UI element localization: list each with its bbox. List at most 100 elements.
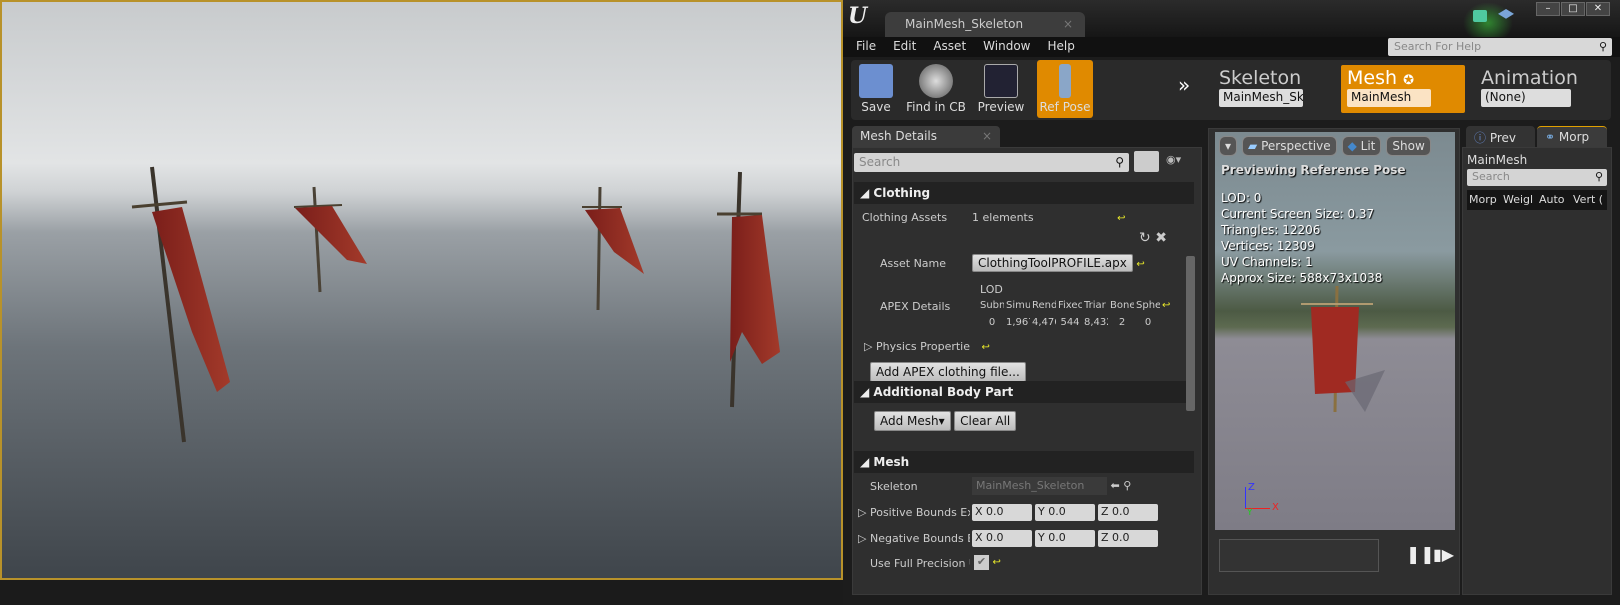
menu-edit[interactable]: Edit (893, 37, 925, 57)
reset-arrow-icon[interactable]: ↩ (993, 557, 1001, 568)
clear-all-button[interactable]: Clear All (954, 411, 1017, 431)
close-window-icon[interactable]: ✕ (1586, 2, 1610, 16)
neg-bounds-y-field[interactable]: Y 0.0 (1035, 530, 1095, 547)
neg-bounds-x-field[interactable]: X 0.0 (972, 530, 1032, 547)
ref-pose-button[interactable]: Ref Pose (1037, 60, 1093, 118)
axis-y-label: Y (1247, 508, 1253, 518)
morph-panel: MainMesh Search ⚲ Morp Weigl Auto Vert ( (1462, 147, 1612, 595)
positive-bounds-label: Positive Bounds Ex (869, 506, 970, 519)
lod-label: LOD (980, 283, 1003, 296)
show-button[interactable]: Show (1386, 136, 1431, 156)
mesh-header[interactable]: ◢ Mesh (854, 451, 1194, 473)
maximize-icon[interactable]: □ (1561, 2, 1585, 16)
clothing-header[interactable]: ◢ Clothing (854, 182, 1194, 204)
search-icon: ⚲ (1598, 40, 1607, 53)
expand-arrow-icon[interactable]: ▷ (864, 340, 872, 353)
eye-visibility-icon[interactable]: ◉▾ (1166, 153, 1181, 166)
browse-search-icon[interactable]: ⚲ (1123, 479, 1131, 492)
menu-window[interactable]: Window (983, 37, 1039, 57)
stat-uv-channels: UV Channels: 1 (1221, 255, 1313, 269)
add-mesh-button[interactable]: Add Mesh▾ (874, 411, 951, 431)
info-icon: ⓘ (1474, 131, 1487, 145)
body-part-header[interactable]: ◢ Additional Body Part (854, 381, 1194, 403)
chat-icon[interactable] (1473, 10, 1487, 22)
show-label: Show (1392, 139, 1425, 153)
neg-bounds-z-field[interactable]: Z 0.0 (1098, 530, 1158, 547)
reset-icon[interactable]: ↻ (1139, 230, 1151, 246)
use-selected-arrow-icon[interactable]: ⬅ (1111, 479, 1120, 492)
viewport-options-dropdown[interactable]: ▾ (1219, 136, 1238, 156)
col-weight[interactable]: Weigl (1501, 190, 1537, 210)
animation-asset-field[interactable]: (None) (1481, 89, 1571, 107)
asset-name-field[interactable]: ClothingToolPROFILE.apx (972, 254, 1133, 272)
animation-scrub-bar[interactable] (1219, 539, 1379, 572)
pos-bounds-x-field[interactable]: X 0.0 (972, 504, 1032, 521)
document-tab-label: MainMesh_Skeleton (905, 17, 1024, 31)
col-auto[interactable]: Auto (1537, 190, 1571, 210)
mesh-asset-field[interactable]: MainMesh (1347, 89, 1431, 107)
add-apex-clothing-button[interactable]: Add APEX clothing file... (870, 362, 1026, 382)
perspective-label: Perspective (1261, 139, 1331, 153)
axis-x-label: X (1272, 502, 1279, 513)
find-label: Find in CB (906, 100, 966, 114)
morph-target-tab[interactable]: ⚭ Morp (1537, 126, 1607, 147)
preview-button[interactable]: Preview (977, 60, 1025, 118)
skeleton-mode[interactable]: Skeleton MainMesh_Ske (1213, 65, 1311, 113)
apex-col: Fixec (1058, 300, 1082, 311)
save-button[interactable]: Save (853, 60, 899, 118)
apex-val: 1,967 (1006, 317, 1030, 328)
pos-bounds-y-field[interactable]: Y 0.0 (1035, 504, 1095, 521)
pause-icon[interactable]: ❚❚ (1406, 545, 1435, 565)
mesh-header-label: Mesh (873, 455, 910, 469)
preview-viewport[interactable]: ▾ ▰ Perspective ◆ Lit Show Previewing Re… (1215, 132, 1455, 530)
previewing-notice: Previewing Reference Pose (1221, 163, 1406, 177)
preview-settings-tab[interactable]: ⓘ Prev (1466, 126, 1535, 147)
close-tab-icon[interactable]: × (1063, 17, 1073, 31)
banner-pole-4 (717, 171, 780, 408)
close-tab-icon[interactable]: × (982, 129, 992, 143)
lit-button[interactable]: ◆ Lit (1341, 136, 1382, 156)
delete-x-icon[interactable]: ✖ (1155, 230, 1167, 246)
search-icon: ⚲ (1115, 155, 1124, 169)
title-bar: U MainMesh_Skeleton × – □ ✕ (843, 0, 1620, 44)
details-search-placeholder: Search (859, 155, 901, 169)
view-options-grid-icon[interactable] (1134, 151, 1159, 172)
reset-arrow-icon[interactable]: ↩ (1162, 300, 1170, 311)
reset-arrow-icon[interactable]: ↩ (1117, 213, 1125, 224)
mesh-mode[interactable]: Mesh ✪ MainMesh (1341, 65, 1465, 113)
document-tab[interactable]: MainMesh_Skeleton × (885, 12, 1085, 37)
section-clothing: ◢ Clothing Clothing Assets 1 elements ↩ … (854, 182, 1194, 382)
mesh-details-tab[interactable]: Mesh Details × (852, 126, 1000, 147)
viewport-toolbar: ▾ ▰ Perspective ◆ Lit Show (1219, 136, 1431, 156)
negative-bounds-row[interactable]: ▷ Negative Bounds Ex (858, 532, 970, 545)
col-morph[interactable]: Morp (1467, 190, 1501, 210)
negative-bounds-label: Negative Bounds Ex (869, 532, 970, 545)
level-viewport[interactable] (0, 0, 843, 580)
skeleton-asset-field[interactable]: MainMesh_Ske (1219, 89, 1303, 107)
morph-search-input[interactable]: Search ⚲ (1467, 169, 1607, 186)
full-precision-checkbox[interactable]: ✔ (974, 555, 989, 570)
pos-bounds-z-field[interactable]: Z 0.0 (1098, 504, 1158, 521)
step-forward-icon[interactable]: ▮▶ (1433, 545, 1454, 564)
section-additional-body-part: ◢ Additional Body Part Add Mesh▾ Clear A… (854, 381, 1194, 431)
skeleton-dropdown[interactable]: MainMesh_Skeleton (972, 477, 1107, 495)
positive-bounds-row[interactable]: ▷ Positive Bounds Ex (858, 506, 970, 519)
menu-help[interactable]: Help (1047, 37, 1083, 57)
details-search-input[interactable]: Search ⚲ (854, 153, 1129, 172)
animation-mode[interactable]: Animation (None) (1475, 65, 1611, 113)
apex-val: 0 (988, 317, 996, 328)
menu-asset[interactable]: Asset (933, 37, 975, 57)
stat-lod: LOD: 0 (1221, 191, 1262, 205)
find-in-cb-button[interactable]: Find in CB (901, 60, 971, 118)
col-verts[interactable]: Vert ( (1571, 190, 1607, 210)
perspective-button[interactable]: ▰ Perspective (1242, 136, 1337, 156)
minimize-icon[interactable]: – (1536, 2, 1560, 16)
persona-editor-window: U MainMesh_Skeleton × – □ ✕ File Edit Asset… (843, 0, 1620, 605)
menu-file[interactable]: File (856, 37, 885, 57)
reset-arrow-icon[interactable]: ↩ (982, 342, 990, 353)
help-search-input[interactable]: Search For Help ⚲ (1388, 38, 1612, 56)
reset-arrow-icon[interactable]: ↩ (1136, 259, 1144, 270)
physics-properties-row[interactable]: ▷ Physics Propertie ↩ (864, 340, 1194, 353)
help-search-placeholder: Search For Help (1394, 40, 1482, 53)
details-scrollbar[interactable] (1186, 256, 1195, 411)
